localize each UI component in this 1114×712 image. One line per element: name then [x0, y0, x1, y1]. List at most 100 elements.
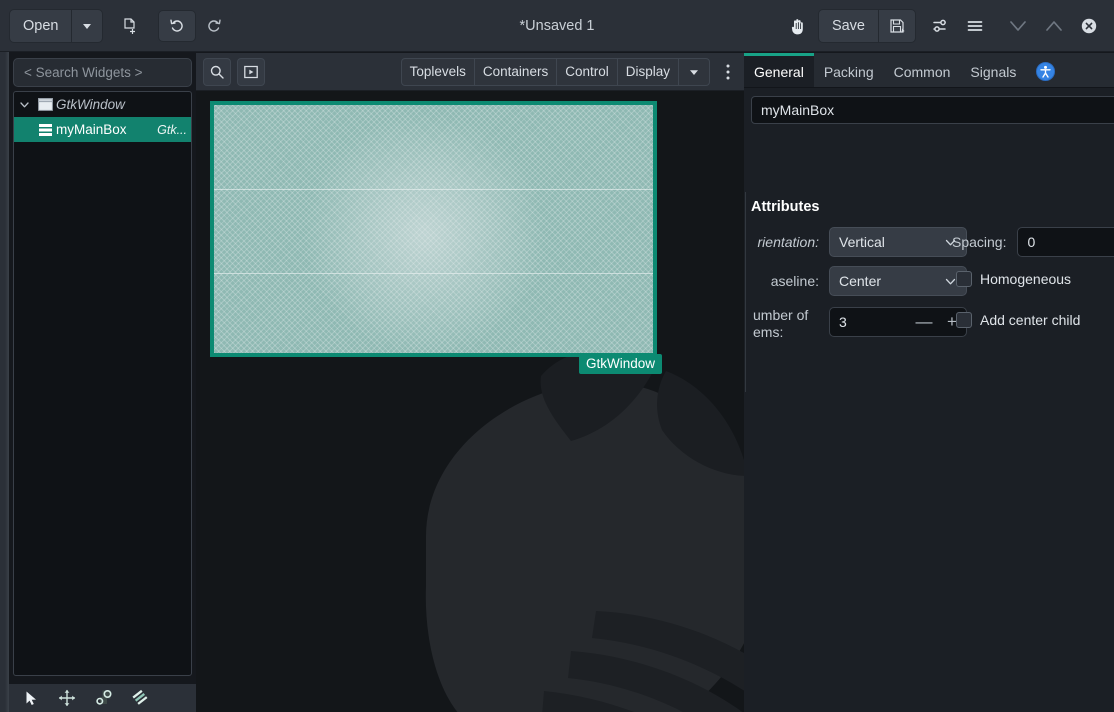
pointer-select-icon [23, 690, 40, 707]
gtkbox-placeholder-area[interactable] [214, 105, 653, 353]
alignment-tool-button[interactable] [131, 689, 150, 707]
tab-common[interactable]: Common [884, 53, 961, 87]
items-decrement-button[interactable]: — [910, 308, 938, 336]
select-tool-button[interactable] [23, 690, 40, 707]
homogeneous-checkbox[interactable] [956, 271, 972, 287]
search-icon [209, 64, 225, 80]
margins-tool-button[interactable] [94, 689, 113, 707]
search-widgets-input[interactable]: < Search Widgets > [13, 58, 192, 87]
widget-tree[interactable]: GtkWindow myMainBox Gtk... [13, 91, 192, 676]
chevron-down-icon [19, 99, 30, 110]
palette-more-categories-button[interactable] [678, 59, 709, 85]
widget-id-value: myMainBox [761, 102, 834, 118]
box-child-divider [214, 273, 653, 274]
header-left-controls: Open [0, 9, 233, 43]
widget-id-input[interactable]: myMainBox [751, 96, 1114, 124]
box-child-divider [214, 189, 653, 190]
drag-resize-tool-button[interactable] [58, 689, 76, 707]
undo-redo-group[interactable] [157, 9, 233, 43]
palette-category-display[interactable]: Display [617, 59, 678, 85]
palette-overflow-button[interactable] [716, 58, 740, 86]
homogeneous-label: Homogeneous [980, 271, 1071, 287]
move-resize-icon [58, 689, 76, 707]
chevron-up-thin-icon [1042, 14, 1066, 38]
tree-item-label: myMainBox [56, 122, 127, 137]
minimize-button[interactable] [1000, 9, 1036, 43]
baseline-value: Center [839, 273, 881, 289]
properties-tabs: General Packing Common Signals [744, 53, 1114, 88]
pointer-mode-button[interactable] [780, 9, 814, 43]
tree-item-gtkwindow[interactable]: GtkWindow [14, 92, 191, 117]
glade-application-window: Open [0, 0, 1114, 712]
accessibility-icon [1036, 62, 1055, 81]
add-center-child-checkbox[interactable] [956, 312, 972, 328]
tab-packing[interactable]: Packing [814, 53, 884, 87]
hand-pointer-icon [786, 15, 808, 37]
window-icon [34, 98, 56, 111]
palette-category-toplevels[interactable]: Toplevels [402, 59, 474, 85]
chevron-down-icon [81, 20, 93, 32]
maximize-button[interactable] [1036, 9, 1072, 43]
spacing-label: Spacing: [952, 234, 1006, 250]
number-of-items-value: 3 [830, 314, 910, 330]
undo-icon [168, 17, 186, 35]
section-title: Attributes [751, 199, 819, 215]
preview-window-icon [243, 64, 259, 80]
palette-category-containers[interactable]: Containers [474, 59, 556, 85]
open-button[interactable]: Open [10, 10, 71, 42]
orientation-row: rientation: Vertical [744, 227, 967, 257]
new-file-button[interactable] [113, 9, 147, 43]
glade-watermark-logo [366, 346, 744, 712]
palette-search-button[interactable] [203, 58, 231, 86]
design-area: Toplevels Containers Control Display [196, 53, 744, 712]
spacing-value: 0 [1018, 234, 1114, 250]
palette-category-group[interactable]: Toplevels Containers Control Display [401, 58, 710, 86]
sliders-icon [931, 16, 951, 36]
hamburger-menu-icon [965, 16, 985, 36]
open-dropdown-button[interactable] [71, 10, 102, 42]
header-right-controls: Save [780, 9, 1106, 43]
number-of-items-label: umber of ems: [744, 307, 819, 341]
baseline-row: aseline: Center [744, 266, 967, 296]
tab-accessibility[interactable] [1026, 53, 1065, 87]
orientation-combobox[interactable]: Vertical [829, 227, 967, 257]
tree-item-mymainbox[interactable]: myMainBox Gtk... [14, 117, 191, 142]
number-of-items-row: umber of ems: 3 — + [744, 307, 967, 341]
design-canvas[interactable]: GtkWindow [196, 91, 744, 712]
tab-general[interactable]: General [744, 53, 814, 87]
items-label-line1: umber of [753, 307, 808, 323]
palette-toolbar: Toplevels Containers Control Display [196, 53, 744, 91]
orientation-label: rientation: [744, 234, 819, 250]
homogeneous-row[interactable]: Homogeneous [956, 271, 1071, 287]
preferences-button[interactable] [924, 9, 958, 43]
tab-signals[interactable]: Signals [960, 53, 1026, 87]
vertical-dots-icon [725, 62, 731, 82]
orientation-value: Vertical [839, 234, 885, 250]
undo-button[interactable] [158, 10, 196, 42]
redo-icon [205, 17, 223, 35]
save-as-button[interactable] [878, 10, 915, 42]
add-center-child-row[interactable]: Add center child [956, 312, 1080, 328]
tree-expander-icon[interactable] [14, 99, 34, 110]
close-button[interactable] [1072, 9, 1106, 43]
items-label-line2: ems: [753, 324, 783, 340]
spacing-spinbutton[interactable]: 0 — [1017, 227, 1114, 257]
main-menu-button[interactable] [958, 9, 992, 43]
close-circle-icon [1078, 15, 1100, 37]
palette-category-control[interactable]: Control [556, 59, 617, 85]
editing-tools-strip [9, 684, 196, 712]
baseline-combobox[interactable]: Center [829, 266, 967, 296]
gtkwindow-widget[interactable] [210, 101, 657, 357]
save-as-icon [888, 17, 906, 35]
tree-item-type: Gtk... [157, 123, 187, 137]
spacing-row: Spacing: 0 — [952, 227, 1114, 257]
number-of-items-spinbutton[interactable]: 3 — + [829, 307, 967, 337]
open-split-button[interactable]: Open [9, 9, 103, 43]
save-button[interactable]: Save [819, 10, 878, 42]
save-split-button[interactable]: Save [818, 9, 916, 43]
add-center-child-label: Add center child [980, 312, 1080, 328]
chevron-down-thin-icon [1006, 14, 1030, 38]
preview-window-button[interactable] [237, 58, 265, 86]
widget-name-badge: GtkWindow [579, 354, 662, 374]
redo-button[interactable] [196, 10, 232, 42]
